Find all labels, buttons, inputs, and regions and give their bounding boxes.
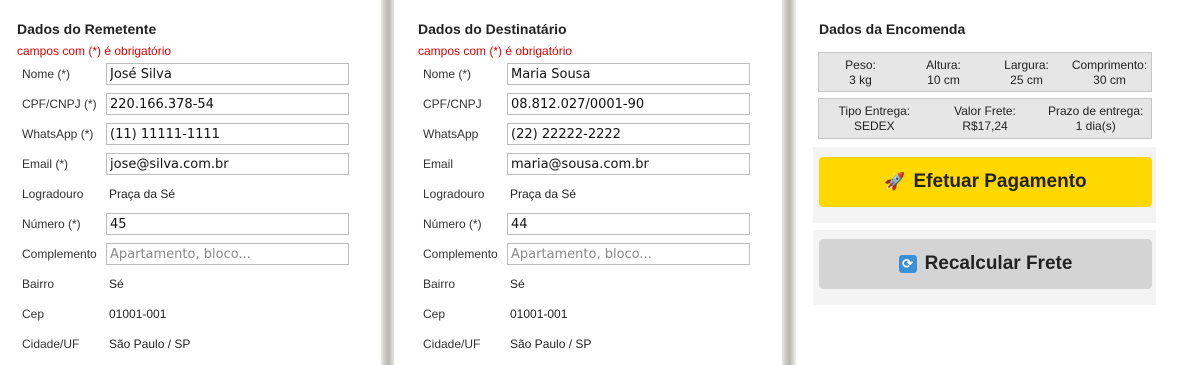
recipient-title: Dados do Destinatário — [418, 21, 567, 37]
height-value: 10 cm — [927, 73, 960, 87]
shipping-cost-cell: Valor Frete: R$17,24 — [930, 99, 1041, 138]
refresh-icon: ⟳ — [898, 255, 917, 273]
recipient-district-label: Bairro — [423, 277, 456, 291]
sender-complement-label: Complemento — [22, 247, 97, 261]
recipient-cep-label: Cep — [423, 307, 446, 321]
recipient-street-value: Praça da Sé — [510, 187, 577, 201]
sender-cep-value: 01001-001 — [109, 307, 167, 321]
sender-cpf-input[interactable] — [106, 93, 349, 115]
sender-email-label: Email (*) — [22, 157, 69, 171]
sender-name-input[interactable] — [106, 63, 349, 85]
sender-cep-label: Cep — [22, 307, 45, 321]
recipient-city-label: Cidade/UF — [423, 337, 481, 351]
panel-divider — [782, 0, 796, 365]
recipient-cpf-input[interactable] — [507, 93, 750, 115]
sender-title: Dados do Remetente — [17, 21, 157, 37]
sender-city-value: São Paulo / SP — [109, 337, 191, 351]
sender-district-value: Sé — [109, 277, 124, 291]
delivery-type-cell: Tipo Entrega: SEDEX — [819, 99, 930, 138]
recipient-number-input[interactable] — [507, 213, 750, 235]
shipping-cost-label: Valor Frete: — [954, 104, 1016, 118]
recipient-whatsapp-input[interactable] — [507, 123, 750, 145]
weight-cell: Peso: 3 kg — [819, 53, 902, 91]
delivery-time-label: Prazo de entrega: — [1047, 104, 1144, 118]
recipient-email-label: Email — [423, 157, 454, 171]
recipient-name-input[interactable] — [507, 63, 750, 85]
rocket-icon: 🚀 — [884, 172, 906, 191]
delivery-type-label: Tipo Entrega: — [838, 104, 911, 118]
width-value: 25 cm — [1010, 73, 1043, 87]
package-dimensions-box: Peso: 3 kg Altura: 10 cm Largura: 25 cm … — [818, 52, 1152, 92]
recipient-city-value: São Paulo / SP — [510, 337, 592, 351]
sender-required-note: campos com (*) é obrigatório — [17, 44, 172, 58]
height-cell: Altura: 10 cm — [902, 53, 985, 91]
sender-complement-input[interactable] — [106, 243, 349, 265]
recipient-panel: Dados do Destinatário campos com (*) é o… — [394, 0, 782, 365]
sender-street-label: Logradouro — [22, 187, 84, 201]
weight-value: 3 kg — [849, 73, 872, 87]
sender-number-label: Número (*) — [22, 217, 81, 231]
recipient-district-value: Sé — [510, 277, 525, 291]
sender-district-label: Bairro — [22, 277, 55, 291]
recipient-complement-label: Complemento — [423, 247, 498, 261]
recipient-number-label: Número (*) — [423, 217, 482, 231]
recipient-email-input[interactable] — [507, 153, 750, 175]
sender-panel: Dados do Remetente campos com (*) é obri… — [0, 0, 381, 365]
recipient-name-label: Nome (*) — [423, 67, 472, 81]
weight-label: Peso: — [845, 58, 876, 72]
sender-city-label: Cidade/UF — [22, 337, 80, 351]
sender-whatsapp-label: WhatsApp (*) — [22, 127, 94, 141]
recipient-whatsapp-label: WhatsApp — [423, 127, 479, 141]
pay-button[interactable]: 🚀 Efetuar Pagamento — [819, 157, 1152, 207]
sender-email-input[interactable] — [106, 153, 349, 175]
shipping-info-box: Tipo Entrega: SEDEX Valor Frete: R$17,24… — [818, 98, 1152, 139]
sender-number-input[interactable] — [106, 213, 349, 235]
width-cell: Largura: 25 cm — [985, 53, 1068, 91]
sender-name-label: Nome (*) — [22, 67, 71, 81]
sender-cpf-label: CPF/CNPJ (*) — [22, 97, 97, 111]
recipient-complement-input[interactable] — [507, 243, 750, 265]
pay-button-label: Efetuar Pagamento — [913, 171, 1087, 192]
length-label: Comprimento: — [1071, 58, 1148, 72]
sender-whatsapp-input[interactable] — [106, 123, 349, 145]
delivery-type-value: SEDEX — [853, 119, 895, 133]
recipient-street-label: Logradouro — [423, 187, 485, 201]
recipient-cpf-label: CPF/CNPJ — [423, 97, 482, 111]
width-label: Largura: — [1004, 58, 1049, 72]
height-label: Altura: — [926, 58, 961, 72]
delivery-time-cell: Prazo de entrega: 1 dia(s) — [1040, 99, 1151, 138]
length-cell: Comprimento: 30 cm — [1068, 53, 1151, 91]
panel-divider — [381, 0, 395, 365]
recipient-cep-value: 01001-001 — [510, 307, 568, 321]
length-value: 30 cm — [1093, 73, 1126, 87]
package-title: Dados da Encomenda — [819, 21, 966, 37]
recipient-required-note: campos com (*) é obrigatório — [418, 44, 573, 58]
recalc-shipping-button[interactable]: ⟳ Recalcular Frete — [819, 239, 1152, 289]
recalc-button-label: Recalcular Frete — [924, 253, 1073, 274]
shipping-cost-value: R$17,24 — [962, 119, 1008, 133]
delivery-time-value: 1 dia(s) — [1075, 119, 1116, 133]
sender-street-value: Praça da Sé — [109, 187, 176, 201]
